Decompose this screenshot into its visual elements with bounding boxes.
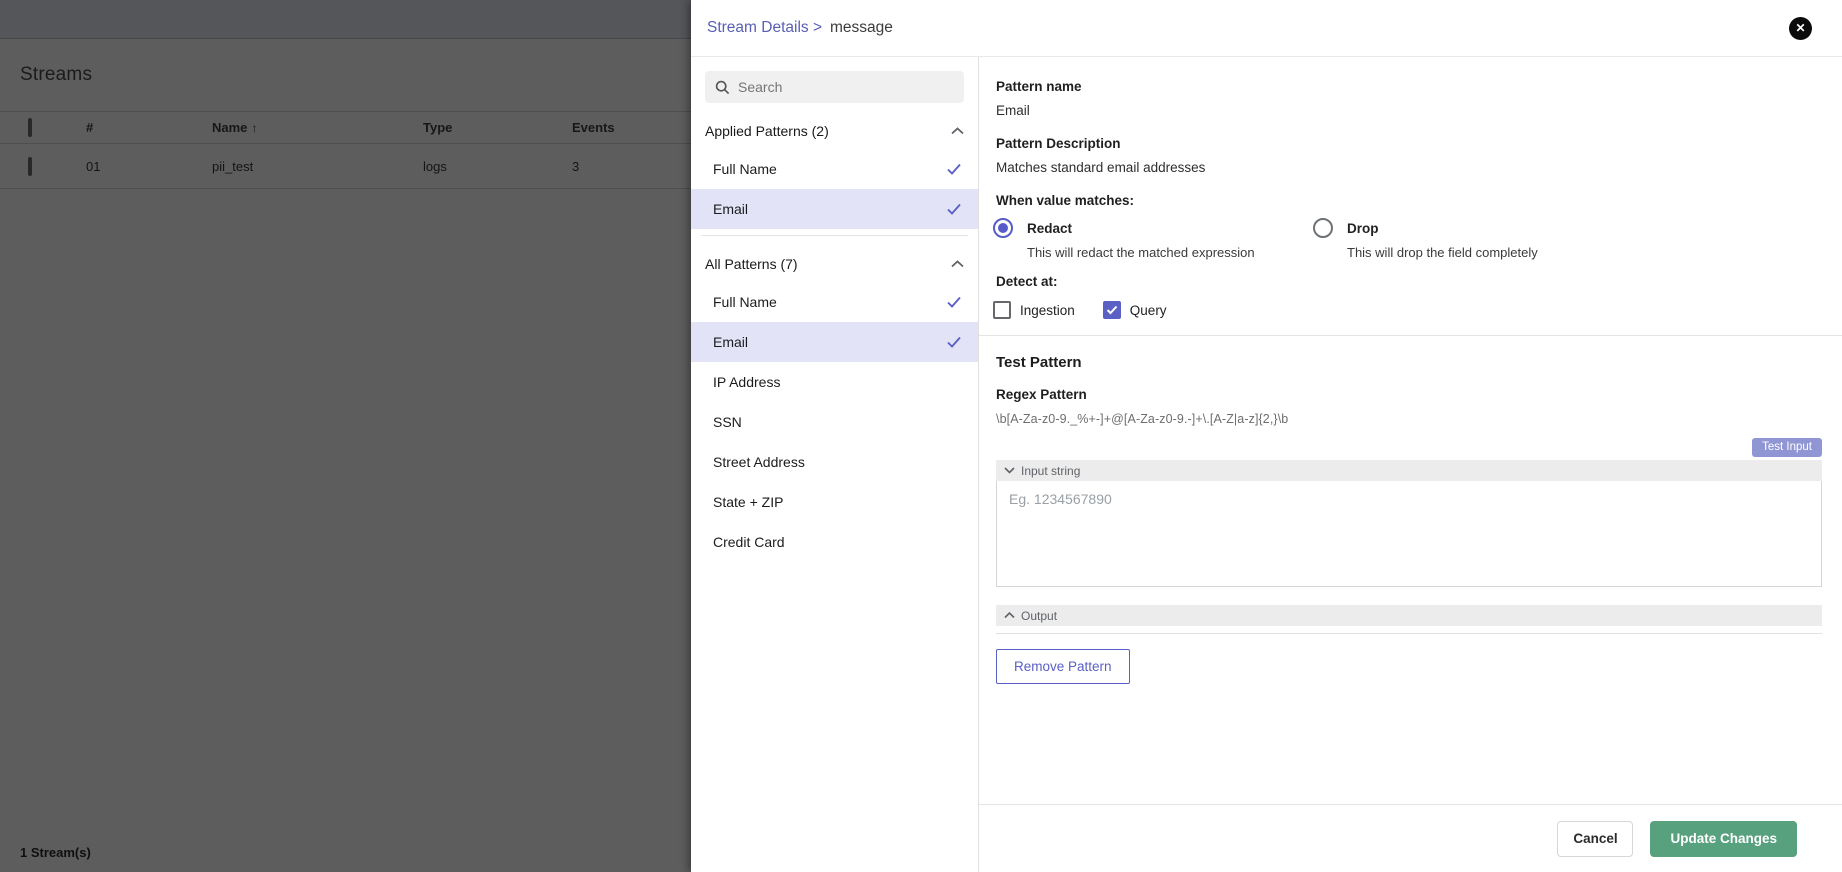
cancel-button[interactable]: Cancel <box>1557 820 1634 857</box>
pattern-ssn[interactable]: SSN <box>691 402 978 442</box>
regex-pattern-label: Regex Pattern <box>996 387 1087 402</box>
drop-description: This will drop the field completely <box>1347 245 1538 260</box>
check-icon <box>946 335 962 349</box>
check-icon <box>946 162 962 176</box>
detect-at-label: Detect at: <box>996 274 1058 289</box>
row-num: 01 <box>86 158 101 174</box>
chevron-up-icon <box>1004 612 1015 619</box>
chevron-up-icon <box>951 127 964 135</box>
pattern-list-panel: Applied Patterns (2) Full Name Email Al <box>691 57 979 872</box>
chevron-up-icon <box>951 260 964 268</box>
applied-patterns-header[interactable]: Applied Patterns (2) <box>691 103 978 149</box>
ingestion-checkbox[interactable] <box>993 301 1011 319</box>
stream-count: 1 Stream(s) <box>20 845 91 860</box>
page-title: Streams <box>20 64 93 85</box>
close-icon[interactable]: ✕ <box>1789 16 1812 40</box>
query-label: Query <box>1129 302 1167 318</box>
pattern-state-zip[interactable]: State + ZIP <box>691 482 978 522</box>
redact-description: This will redact the matched expression <box>1027 245 1255 260</box>
input-string-accordion[interactable]: Input string <box>996 460 1822 481</box>
redact-label: Redact <box>1027 220 1073 236</box>
applied-pattern-full-name[interactable]: Full Name <box>691 149 978 189</box>
redact-option: Redact This will redact the matched expr… <box>993 218 1313 260</box>
query-checkbox[interactable] <box>1102 301 1121 319</box>
drop-option: Drop This will drop the field completely <box>1313 218 1633 260</box>
stream-details-drawer: Stream Details > message ✕ Applied Patte… <box>691 0 1842 872</box>
check-icon <box>946 295 962 309</box>
output-accordion[interactable]: Output <box>996 605 1822 626</box>
ingestion-label: Ingestion <box>1020 302 1075 318</box>
pattern-full-name[interactable]: Full Name <box>691 282 978 322</box>
search-box <box>705 71 964 103</box>
pattern-name-value: Email <box>996 103 1030 118</box>
drop-radio[interactable] <box>1313 218 1333 238</box>
update-changes-button[interactable]: Update Changes <box>1650 820 1797 857</box>
section-divider <box>979 335 1842 336</box>
app-top-bar <box>0 0 691 39</box>
pattern-ip-address[interactable]: IP Address <box>691 362 978 402</box>
pattern-description-value: Matches standard email addresses <box>996 160 1206 175</box>
background-page: Streams # Name ↑ Type Events 01 pii_test … <box>0 0 691 872</box>
row-type: logs <box>423 158 447 174</box>
applied-pattern-email[interactable]: Email <box>691 189 978 229</box>
test-input-button[interactable]: Test Input <box>1752 438 1822 457</box>
select-all-checkbox[interactable] <box>28 118 32 137</box>
drawer-header: Stream Details > message ✕ <box>691 0 1842 57</box>
column-header-num: # <box>86 120 94 135</box>
pattern-detail-panel: Pattern name Email Pattern Description M… <box>979 57 1842 872</box>
output-divider <box>996 633 1822 634</box>
chevron-down-icon <box>1004 467 1015 474</box>
regex-pattern-value: \b[A-Za-z0-9._%+-]+@[A-Za-z0-9.-]+\.[A-Z… <box>996 412 1289 426</box>
table-header-row: # Name ↑ Type Events <box>0 111 691 144</box>
column-header-events: Events <box>572 120 615 135</box>
pattern-credit-card[interactable]: Credit Card <box>691 522 978 562</box>
all-patterns-header[interactable]: All Patterns (7) <box>691 236 978 282</box>
when-value-matches-label: When value matches: <box>996 193 1135 208</box>
breadcrumb-stream-details[interactable]: Stream Details > <box>707 19 822 37</box>
streams-table: # Name ↑ Type Events 01 pii_test logs 3 <box>0 111 691 189</box>
test-pattern-title: Test Pattern <box>996 354 1082 371</box>
drop-label: Drop <box>1347 220 1379 236</box>
table-row[interactable]: 01 pii_test logs 3 <box>0 144 691 189</box>
column-header-name[interactable]: Name ↑ <box>212 120 423 135</box>
drawer-footer: Cancel Update Changes <box>979 804 1842 872</box>
test-input-textarea[interactable] <box>996 481 1822 587</box>
remove-pattern-button[interactable]: Remove Pattern <box>996 649 1130 684</box>
pattern-email[interactable]: Email <box>691 322 978 362</box>
redact-radio[interactable] <box>993 218 1013 238</box>
pattern-description-label: Pattern Description <box>996 136 1121 151</box>
row-checkbox[interactable] <box>28 156 32 176</box>
row-name: pii_test <box>212 158 254 174</box>
row-events: 3 <box>572 158 580 174</box>
search-icon <box>715 80 730 95</box>
check-icon <box>946 202 962 216</box>
pattern-street-address[interactable]: Street Address <box>691 442 978 482</box>
column-header-type: Type <box>423 120 453 135</box>
search-input[interactable] <box>738 79 954 95</box>
pattern-name-label: Pattern name <box>996 79 1082 94</box>
sort-asc-icon: ↑ <box>251 121 258 135</box>
breadcrumb-current: message <box>830 19 893 36</box>
